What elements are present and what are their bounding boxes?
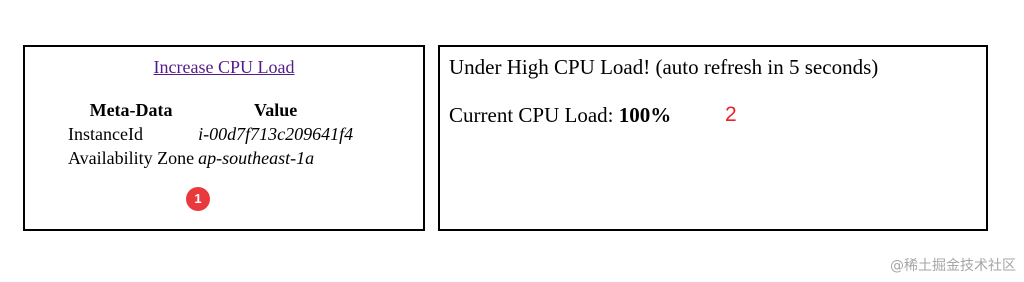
watermark-text: @稀土掘金技术社区 — [890, 258, 1016, 274]
metadata-table: Meta-Data Value InstanceId i-00d7f713c20… — [65, 97, 356, 172]
metadata-panel: Increase CPU Load Meta-Data Value Instan… — [23, 45, 425, 231]
annotation-marker-2: 2 — [725, 103, 737, 126]
instance-id-label: InstanceId — [68, 124, 143, 144]
current-cpu-load: Current CPU Load: 100% — [449, 103, 671, 128]
instance-id-value: i-00d7f713c209641f4 — [198, 124, 354, 144]
load-status-text: Under High CPU Load! (auto refresh in 5 … — [449, 55, 879, 79]
cpu-status-panel: Under High CPU Load! (auto refresh in 5 … — [438, 45, 988, 231]
table-row: Availability Zone ap-southeast-1a — [67, 148, 354, 169]
cpu-load-label: Current CPU Load: — [449, 103, 614, 127]
availability-zone-value: ap-southeast-1a — [198, 148, 315, 168]
column-header-value: Value — [253, 100, 298, 120]
increase-cpu-load-link[interactable]: Increase CPU Load — [25, 57, 423, 78]
availability-zone-label: Availability Zone — [68, 148, 195, 168]
table-header-row: Meta-Data Value — [67, 100, 354, 121]
column-header-meta-data: Meta-Data — [89, 100, 173, 120]
cpu-load-value: 100% — [618, 103, 672, 127]
table-row: InstanceId i-00d7f713c209641f4 — [67, 124, 354, 145]
annotation-badge-1: 1 — [186, 187, 210, 211]
